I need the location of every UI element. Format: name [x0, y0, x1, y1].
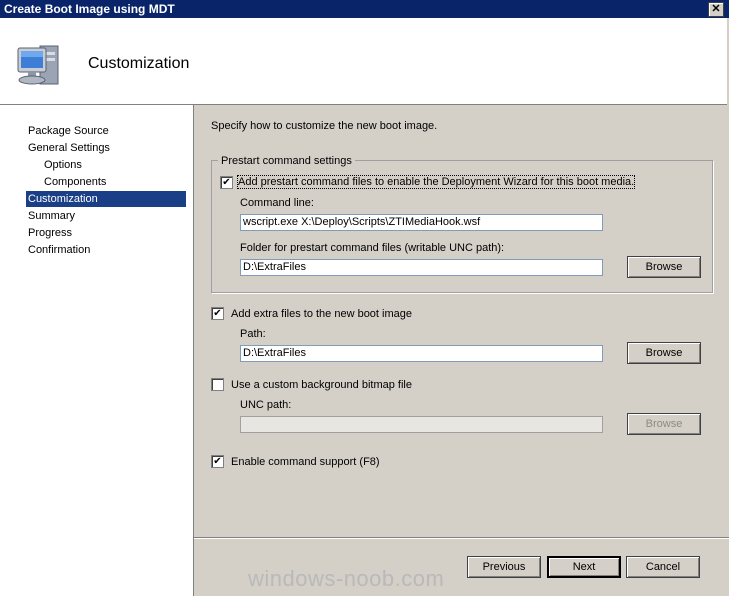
sidebar-item-summary[interactable]: Summary — [26, 208, 186, 224]
background-browse-button[interactable]: Browse — [627, 413, 701, 435]
sidebar-item-package-source[interactable]: Package Source — [26, 123, 186, 139]
sidebar-item-customization[interactable]: Customization — [26, 191, 186, 207]
extra-files-checkbox-label[interactable]: Add extra files to the new boot image — [231, 308, 412, 320]
extra-files-checkbox[interactable]: ✔ — [211, 307, 224, 320]
sidebar-item-confirmation[interactable]: Confirmation — [26, 242, 186, 258]
window-title: Create Boot Image using MDT — [4, 2, 175, 16]
wizard-header: Customization — [0, 18, 727, 105]
next-button[interactable]: Next — [547, 556, 621, 578]
prestart-folder-label: Folder for prestart command files (writa… — [240, 242, 505, 254]
cancel-button[interactable]: Cancel — [626, 556, 700, 578]
watermark-text: windows-noob.com — [248, 566, 445, 591]
sidebar-item-components[interactable]: Components — [42, 174, 186, 190]
sidebar-item-general-settings[interactable]: General Settings — [26, 140, 186, 156]
computer-icon — [17, 45, 59, 85]
checkmark-icon: ✔ — [213, 456, 222, 467]
page-title: Customization — [88, 55, 190, 72]
command-support-checkbox-label[interactable]: Enable command support (F8) — [231, 456, 380, 468]
command-line-input[interactable]: wscript.exe X:\Deploy\Scripts\ZTIMediaHo… — [240, 214, 603, 231]
extra-files-path-input[interactable]: D:\ExtraFiles — [240, 345, 603, 362]
previous-button[interactable]: Previous — [467, 556, 541, 578]
extra-files-path-label: Path: — [240, 328, 266, 340]
prestart-checkbox[interactable]: ✔ — [220, 176, 233, 189]
unc-path-label: UNC path: — [240, 399, 292, 411]
checkmark-icon: ✔ — [222, 177, 231, 188]
prestart-checkbox-label[interactable]: Add prestart command files to enable the… — [236, 175, 636, 189]
sidebar-item-options[interactable]: Options — [42, 157, 186, 173]
wizard-steps-sidebar: Package Source General Settings Options … — [0, 105, 194, 596]
background-bitmap-checkbox-label[interactable]: Use a custom background bitmap file — [231, 379, 412, 391]
checkmark-icon: ✔ — [213, 308, 222, 319]
customization-panel: Specify how to customize the new boot im… — [194, 105, 729, 596]
title-bar: Create Boot Image using MDT ✕ — [0, 0, 729, 18]
extra-files-browse-button[interactable]: Browse — [627, 342, 701, 364]
sidebar-item-progress[interactable]: Progress — [26, 225, 186, 241]
instructions-text: Specify how to customize the new boot im… — [211, 120, 438, 132]
footer-divider — [194, 537, 729, 539]
close-button[interactable]: ✕ — [708, 2, 724, 17]
prestart-folder-input[interactable]: D:\ExtraFiles — [240, 259, 603, 276]
unc-path-input[interactable] — [240, 416, 603, 433]
command-support-checkbox[interactable]: ✔ — [211, 455, 224, 468]
prestart-browse-button[interactable]: Browse — [627, 256, 701, 278]
command-line-label: Command line: — [240, 197, 314, 209]
background-bitmap-checkbox[interactable] — [211, 378, 224, 391]
prestart-group-label: Prestart command settings — [218, 155, 355, 167]
